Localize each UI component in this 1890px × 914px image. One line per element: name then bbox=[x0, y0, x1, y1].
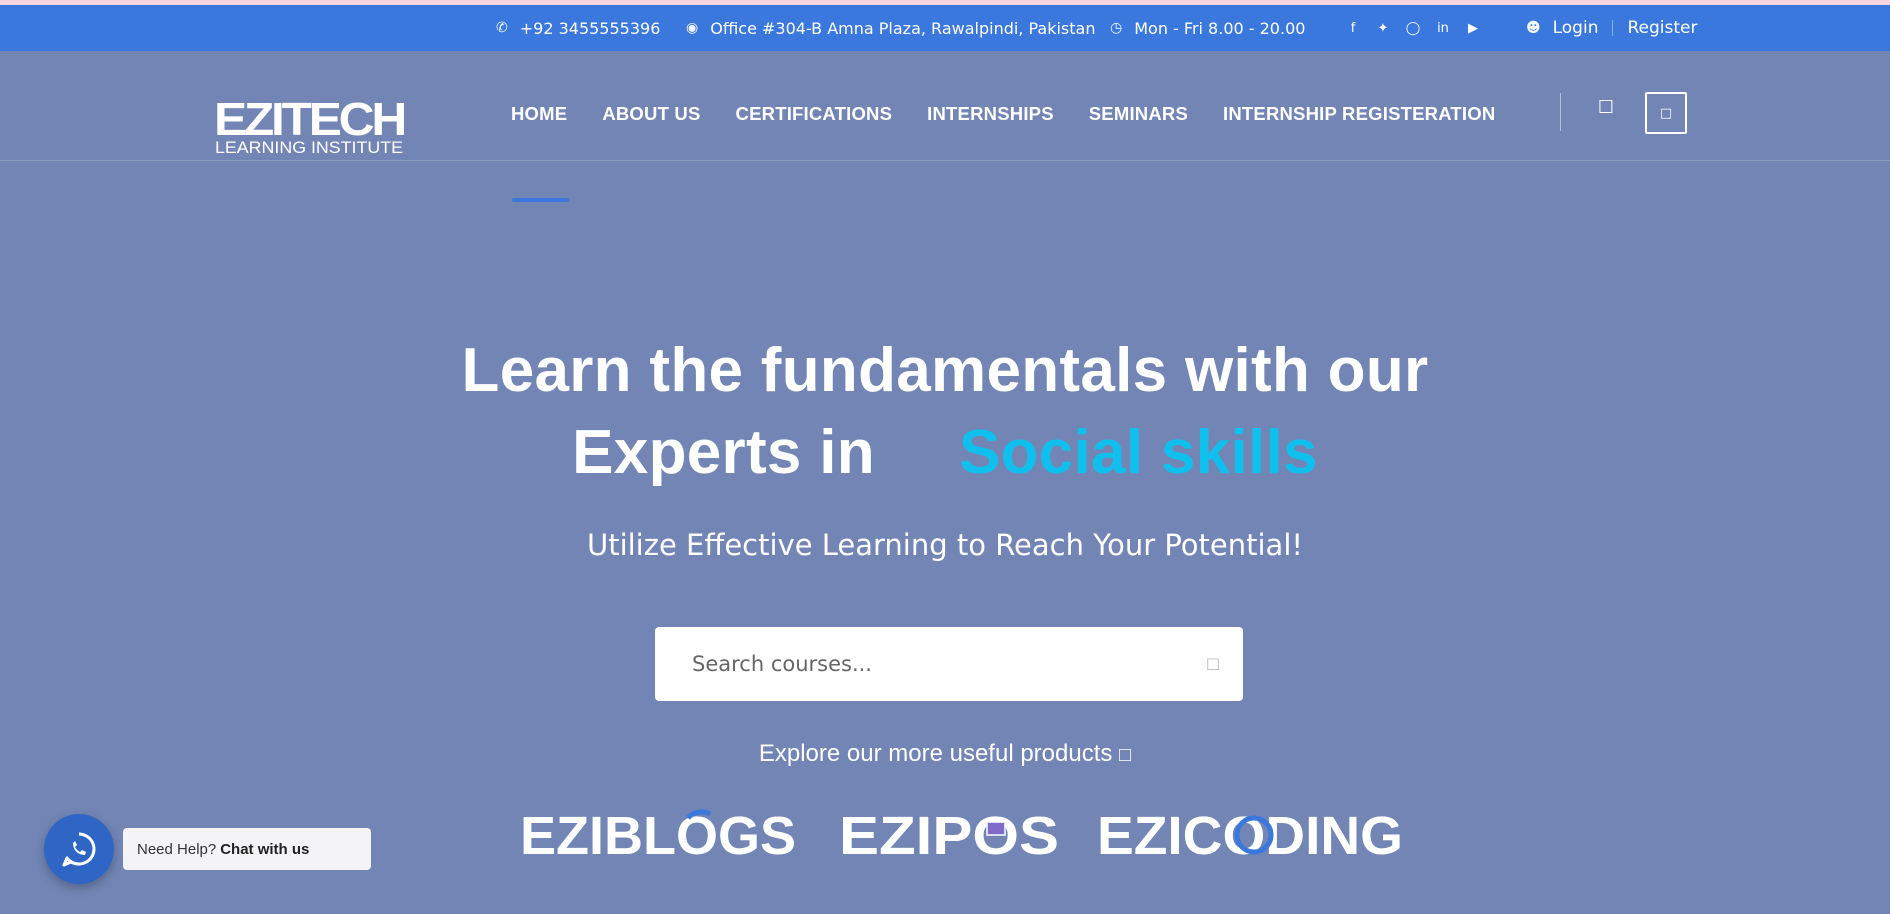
linkedin-icon[interactable]: in bbox=[1428, 21, 1458, 36]
phone-info[interactable]: ✆ +92 3455555396 bbox=[496, 5, 660, 51]
phone-icon: ✆ bbox=[496, 20, 508, 36]
nav-home[interactable]: HOME bbox=[511, 103, 570, 202]
main-nav: HOME ABOUT US CERTIFICATIONS INTERNSHIPS… bbox=[511, 103, 1530, 202]
nav-internship-registeration[interactable]: INTERNSHIP REGISTERATION bbox=[1223, 103, 1495, 151]
hero-subtitle: Utilize Effective Learning to Reach Your… bbox=[586, 528, 1304, 562]
twitter-icon[interactable]: ✦ bbox=[1368, 21, 1398, 36]
product-ezicoding-label: EZICODING bbox=[1097, 806, 1403, 864]
register-link[interactable]: Register bbox=[1627, 18, 1697, 38]
logo-tagline: LEARNING INSTITUTE bbox=[215, 138, 403, 155]
whatsapp-icon bbox=[62, 832, 96, 867]
youtube-icon[interactable]: ▶ bbox=[1458, 21, 1488, 36]
facebook-icon[interactable]: f bbox=[1338, 21, 1368, 36]
explore-label: Explore our more useful products bbox=[758, 740, 1113, 767]
contact-topbar: ✆ +92 3455555396 ◉ Office #304-B Amna Pl… bbox=[0, 5, 1890, 51]
chat-prefix: Need Help? bbox=[137, 840, 217, 858]
map-pin-icon: ◉ bbox=[686, 20, 699, 36]
hours-text: Mon - Fri 8.00 - 20.00 bbox=[1134, 18, 1306, 38]
hero-title-prefix: Experts in bbox=[572, 418, 875, 487]
instagram-icon[interactable]: ◯ bbox=[1398, 21, 1428, 36]
hero-title-line1: Learn the fundamentals with our bbox=[461, 336, 1429, 405]
main-header: EZITECH LEARNING INSTITUTE HOME ABOUT US… bbox=[0, 51, 1890, 202]
course-search: ☐ bbox=[655, 627, 1243, 701]
search-icon[interactable]: ☐ bbox=[1594, 97, 1618, 125]
login-link[interactable]: Login bbox=[1553, 18, 1599, 38]
explore-products: Explore our more useful products □ bbox=[0, 740, 1890, 768]
cart-icon[interactable]: □ bbox=[1645, 92, 1687, 134]
course-search-input[interactable] bbox=[655, 627, 1183, 701]
whatsapp-button[interactable] bbox=[44, 814, 114, 884]
clock-icon: ◷ bbox=[1110, 20, 1123, 36]
search-submit-icon[interactable]: ☐ bbox=[1183, 655, 1243, 674]
ezitech-logo[interactable]: EZITECH LEARNING INSTITUTE bbox=[214, 95, 404, 155]
auth-links: ☻ Login Register bbox=[1526, 5, 1697, 51]
product-eziblogs[interactable]: EZIBLOGS bbox=[520, 804, 798, 864]
hero-title: Learn the fundamentals with our Experts … bbox=[0, 330, 1890, 494]
monitor-icon bbox=[986, 821, 1006, 836]
arrow-right-icon: □ bbox=[1119, 744, 1132, 766]
product-ezipos-label: EZIPOS bbox=[839, 806, 1059, 864]
nav-certifications[interactable]: CERTIFICATIONS bbox=[736, 103, 893, 151]
nav-internships[interactable]: INTERNSHIPS bbox=[927, 103, 1054, 151]
hero-title-accent: Social skills bbox=[958, 418, 1318, 487]
phone-number: +92 3455555396 bbox=[519, 18, 661, 38]
chat-help-bubble[interactable]: Need Help? Chat with us bbox=[123, 828, 371, 870]
user-icon: ☻ bbox=[1526, 20, 1541, 36]
product-ezipos[interactable]: EZIPOS bbox=[839, 804, 1061, 864]
social-links: f ✦ ◯ in ▶ bbox=[1338, 5, 1488, 51]
product-eziblogs-label: EZIBLOGS bbox=[520, 806, 796, 864]
nav-seminars[interactable]: SEMINARS bbox=[1089, 103, 1188, 151]
hero-title-line2: Experts in Social skills bbox=[0, 412, 1890, 494]
auth-divider bbox=[1612, 20, 1614, 36]
address-info: ◉ Office #304-B Amna Plaza, Rawalpindi, … bbox=[686, 5, 1095, 51]
nav-about-us[interactable]: ABOUT US bbox=[602, 103, 700, 151]
address-text: Office #304-B Amna Plaza, Rawalpindi, Pa… bbox=[710, 18, 1096, 38]
chat-action: Chat with us bbox=[220, 840, 310, 858]
hours-info: ◷ Mon - Fri 8.00 - 20.00 bbox=[1110, 5, 1305, 51]
header-divider bbox=[1560, 93, 1561, 131]
product-ezicoding[interactable]: EZICODING bbox=[1097, 804, 1405, 864]
